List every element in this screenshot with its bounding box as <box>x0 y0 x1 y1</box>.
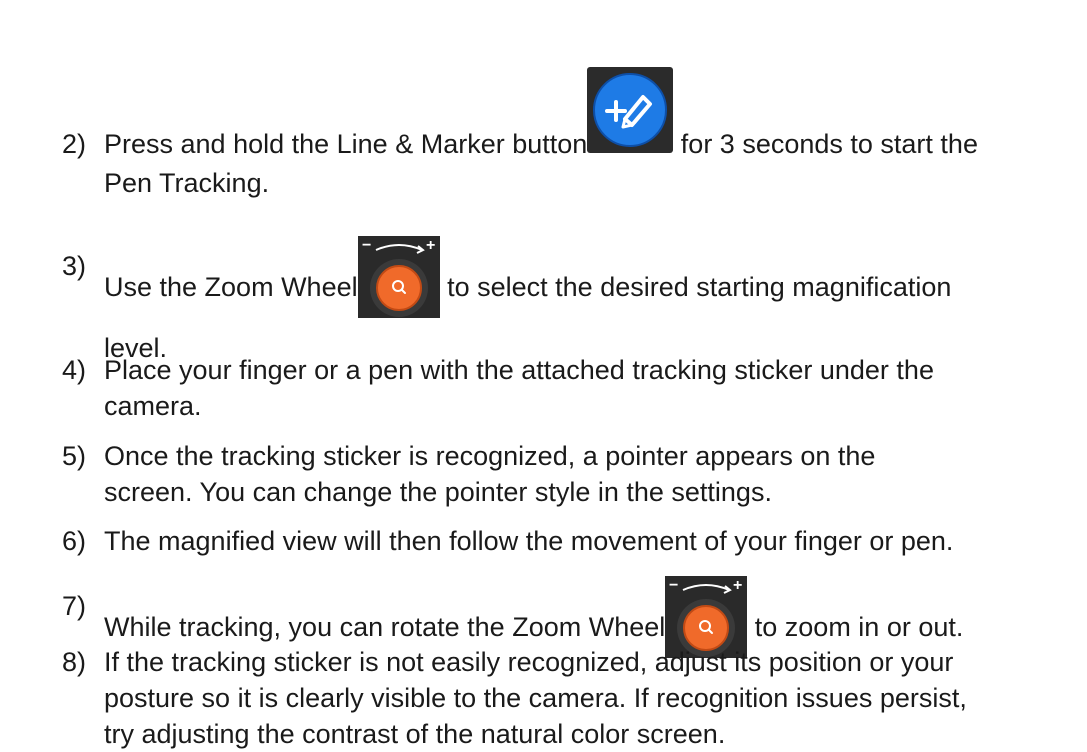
step-text: Press and hold the Line & Marker button <box>104 129 588 159</box>
step-8: 8) If the tracking sticker is not easily… <box>62 644 1072 752</box>
step-text: to zoom in or out. <box>747 612 964 643</box>
step-4: 4) Place your finger or a pen with the a… <box>62 352 1072 424</box>
step-3: 3) Use the Zoom Wheel − + to select the … <box>62 236 1072 366</box>
line-marker-button-icon <box>587 66 674 153</box>
step-number: 6) <box>62 526 87 556</box>
svg-text:−: − <box>362 237 371 254</box>
step-number: 7) <box>62 591 87 621</box>
step-text: The magnified view will then follow the … <box>104 526 954 556</box>
step-number: 5) <box>62 441 87 471</box>
step-text: If the tracking sticker is not easily re… <box>104 647 954 677</box>
svg-text:−: − <box>669 577 678 594</box>
svg-text:+: + <box>426 237 435 254</box>
step-text: While tracking, you can rotate the Zoom … <box>104 612 666 643</box>
step-text: posture so it is clearly visible to the … <box>104 683 967 713</box>
step-2: 2) Press and hold the Line & Marker butt… <box>62 66 1072 201</box>
step-number: 4) <box>62 355 87 385</box>
step-5: 5) Once the tracking sticker is recogniz… <box>62 438 1072 510</box>
step-text: to select the desired starting magnifica… <box>439 272 952 303</box>
step-number: 3) <box>62 251 87 281</box>
step-text: Use the Zoom Wheel <box>104 272 358 303</box>
step-number: 8) <box>62 647 87 677</box>
step-text: Place your finger or a pen with the atta… <box>104 355 934 385</box>
svg-text:+: + <box>733 577 742 594</box>
instruction-document: 2) Press and hold the Line & Marker butt… <box>0 0 1087 749</box>
step-text: try adjusting the contrast of the natura… <box>104 719 726 749</box>
step-text: for 3 seconds to start the <box>673 129 978 159</box>
step-6: 6) The magnified view will then follow t… <box>62 523 1072 559</box>
step-text: screen. You can change the pointer style… <box>104 477 772 507</box>
step-text: Once the tracking sticker is recognized,… <box>104 441 876 471</box>
step-number: 2) <box>62 129 87 159</box>
zoom-wheel-icon: − + <box>357 236 440 318</box>
step-text: camera. <box>104 391 202 421</box>
step-text: Pen Tracking. <box>104 167 270 198</box>
